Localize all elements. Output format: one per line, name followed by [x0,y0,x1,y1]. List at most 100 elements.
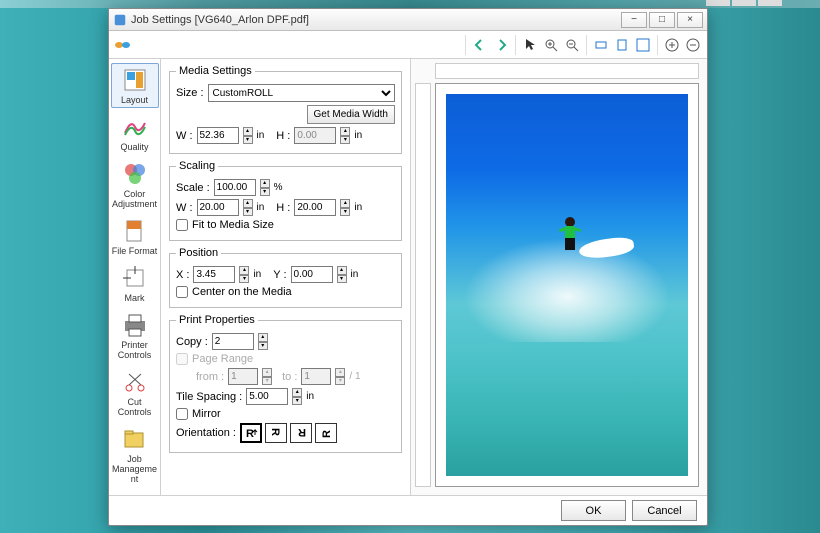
copy-spinner[interactable]: ▴▾ [258,333,268,350]
from-input [228,368,258,385]
position-group: Position X : ▴▾ in Y : ▴▾ in Center on t… [169,247,402,308]
media-w-input[interactable] [197,127,239,144]
orient-180-button[interactable]: R [290,423,312,443]
size-label: Size : [176,87,204,99]
color-icon [121,160,149,188]
ruler-vertical [415,83,431,487]
media-h-label: H : [276,130,290,142]
scaling-group: Scaling Scale : ▴▾ % W : ▴▾ in H : ▴▾ in [169,160,402,241]
scale-h-input[interactable] [294,199,336,216]
fit-all-icon[interactable] [633,35,653,55]
scale-spinner[interactable]: ▴▾ [260,179,270,196]
position-legend: Position [176,247,221,259]
sidebar-item-printer[interactable]: Printer Controls [111,308,159,363]
pos-y-spinner[interactable]: ▴▾ [337,266,347,283]
unit-label: in [351,269,359,280]
svg-text:R: R [269,428,281,436]
mirror-label: Mirror [192,408,221,420]
print-icon[interactable] [113,35,133,55]
zoom-in-icon[interactable] [541,35,561,55]
print-properties-group: Print Properties Copy : ▴▾ Page Range fr… [169,314,402,453]
to-label: to : [282,371,297,383]
cancel-button[interactable]: Cancel [632,500,697,521]
get-media-width-button[interactable]: Get Media Width [307,105,395,124]
preview-canvas[interactable] [435,83,699,487]
unit-label: in [306,391,314,402]
scale-label: Scale : [176,182,210,194]
tile-spinner[interactable]: ▴▾ [292,388,302,405]
scaling-legend: Scaling [176,160,218,172]
orient-label: Orientation : [176,427,236,439]
sidebar-item-label: Cut Controls [112,397,158,417]
scale-input[interactable] [214,179,256,196]
zoom-out-icon[interactable] [562,35,582,55]
mirror-checkbox[interactable] [176,408,188,420]
sidebar-item-mark[interactable]: Mark [111,261,159,306]
app-icon [113,13,127,27]
redo-icon[interactable] [491,35,511,55]
settings-panel: Media Settings Size : CustomROLL Get Med… [161,59,411,495]
scale-w-spinner[interactable]: ▴▾ [243,199,253,216]
media-w-spinner[interactable]: ▴▾ [243,127,253,144]
fit-media-checkbox[interactable] [176,219,188,231]
pos-x-spinner[interactable]: ▴▾ [239,266,249,283]
scale-w-input[interactable] [197,199,239,216]
page-range-checkbox [176,353,188,365]
orient-270-button[interactable]: R [315,423,337,443]
sidebar-item-cut[interactable]: Cut Controls [111,365,159,420]
svg-text:R: R [321,430,333,438]
pointer-icon[interactable] [520,35,540,55]
sidebar-item-quality[interactable]: Quality [111,110,159,155]
mark-icon [121,264,149,292]
scale-w-label: W : [176,202,193,214]
undo-icon[interactable] [470,35,490,55]
media-h-input [294,127,336,144]
copy-input[interactable] [212,333,254,350]
pos-y-label: Y : [273,269,286,281]
tile-input[interactable] [246,388,288,405]
media-legend: Media Settings [176,65,255,77]
plus-icon[interactable] [662,35,682,55]
titlebar: Job Settings [VG640_Arlon DPF.pdf] − □ × [109,9,707,31]
orient-0-button[interactable]: R [240,423,262,443]
of-label: / 1 [349,371,360,382]
pos-y-input[interactable] [291,266,333,283]
window-body: Layout Quality Color Adjustment File For… [109,59,707,495]
minimize-button[interactable]: − [621,12,647,28]
layout-icon [121,66,149,94]
minus-icon[interactable] [683,35,703,55]
fileformat-icon [121,217,149,245]
orient-90-button[interactable]: R [265,423,287,443]
media-w-label: W : [176,130,193,142]
ok-button[interactable]: OK [561,500,626,521]
scale-h-spinner[interactable]: ▴▾ [340,199,350,216]
print-legend: Print Properties [176,314,258,326]
sidebar-item-layout[interactable]: Layout [111,63,159,108]
close-button[interactable]: × [677,12,703,28]
dialog-footer: OK Cancel [109,495,707,525]
sidebar-item-job[interactable]: Job Management [111,422,159,487]
size-dropdown[interactable]: CustomROLL [208,84,395,102]
sidebar-item-fileformat[interactable]: File Format [111,214,159,259]
sidebar-item-color[interactable]: Color Adjustment [111,157,159,212]
fit-media-label: Fit to Media Size [192,219,274,231]
pos-x-input[interactable] [193,266,235,283]
svg-text:R: R [246,428,254,439]
center-checkbox[interactable] [176,286,188,298]
sidebar-item-label: Quality [120,142,148,152]
sidebar-item-label: File Format [112,246,158,256]
maximize-button[interactable]: □ [649,12,675,28]
surfer-shape [555,216,585,256]
percent-label: % [274,182,283,193]
background-strip [0,0,820,8]
tile-label: Tile Spacing : [176,391,242,403]
sidebar-item-label: Job Management [112,454,158,484]
sidebar-item-label: Mark [125,293,145,303]
sidebar-item-label: Printer Controls [112,340,158,360]
orientation-group: R R R R [240,423,337,443]
fit-width-icon[interactable] [591,35,611,55]
fit-page-icon[interactable] [612,35,632,55]
from-label: from : [196,371,224,383]
svg-text:R: R [298,427,306,438]
from-spinner: ▴▾ [262,368,272,385]
